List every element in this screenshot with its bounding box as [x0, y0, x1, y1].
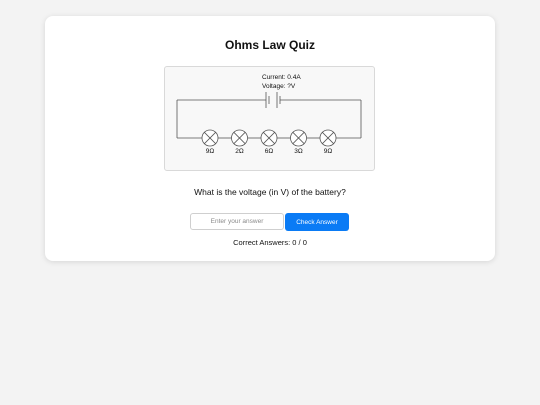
answer-input[interactable]: [190, 213, 284, 230]
resistor-lamp: 3Ω: [290, 129, 307, 155]
resistor-label: 2Ω: [235, 148, 244, 155]
resistor-lamp: 2Ω: [231, 129, 248, 155]
voltage-label: Voltage: ?V: [262, 83, 296, 90]
resistor-lamp: 9Ω: [319, 129, 337, 155]
resistor-group: 9Ω 2Ω 6Ω 3Ω 9Ω: [201, 129, 337, 155]
circuit-diagram: Current: 0.4A Voltage: ?V 9Ω 2Ω 6Ω 3Ω 9Ω: [164, 66, 375, 171]
current-label: Current: 0.4A: [262, 74, 301, 81]
resistor-lamp: 6Ω: [260, 129, 278, 155]
circuit-svg: Current: 0.4A Voltage: ?V 9Ω 2Ω 6Ω 3Ω 9Ω: [176, 74, 362, 155]
resistor-label: 3Ω: [294, 148, 303, 155]
battery-symbol: [265, 92, 281, 108]
resistor-lamp: 9Ω: [201, 129, 219, 155]
check-answer-button[interactable]: Check Answer: [285, 213, 349, 231]
quiz-card: Ohms Law Quiz Current: 0.4A Voltage: ?V: [45, 16, 495, 261]
score-text: Correct Answers: 0 / 0: [233, 238, 307, 247]
question-text: What is the voltage (in V) of the batter…: [194, 187, 346, 197]
page-title: Ohms Law Quiz: [224, 38, 315, 52]
resistor-label: 9Ω: [324, 148, 333, 155]
resistor-label: 9Ω: [206, 148, 215, 155]
resistor-label: 6Ω: [265, 148, 274, 155]
